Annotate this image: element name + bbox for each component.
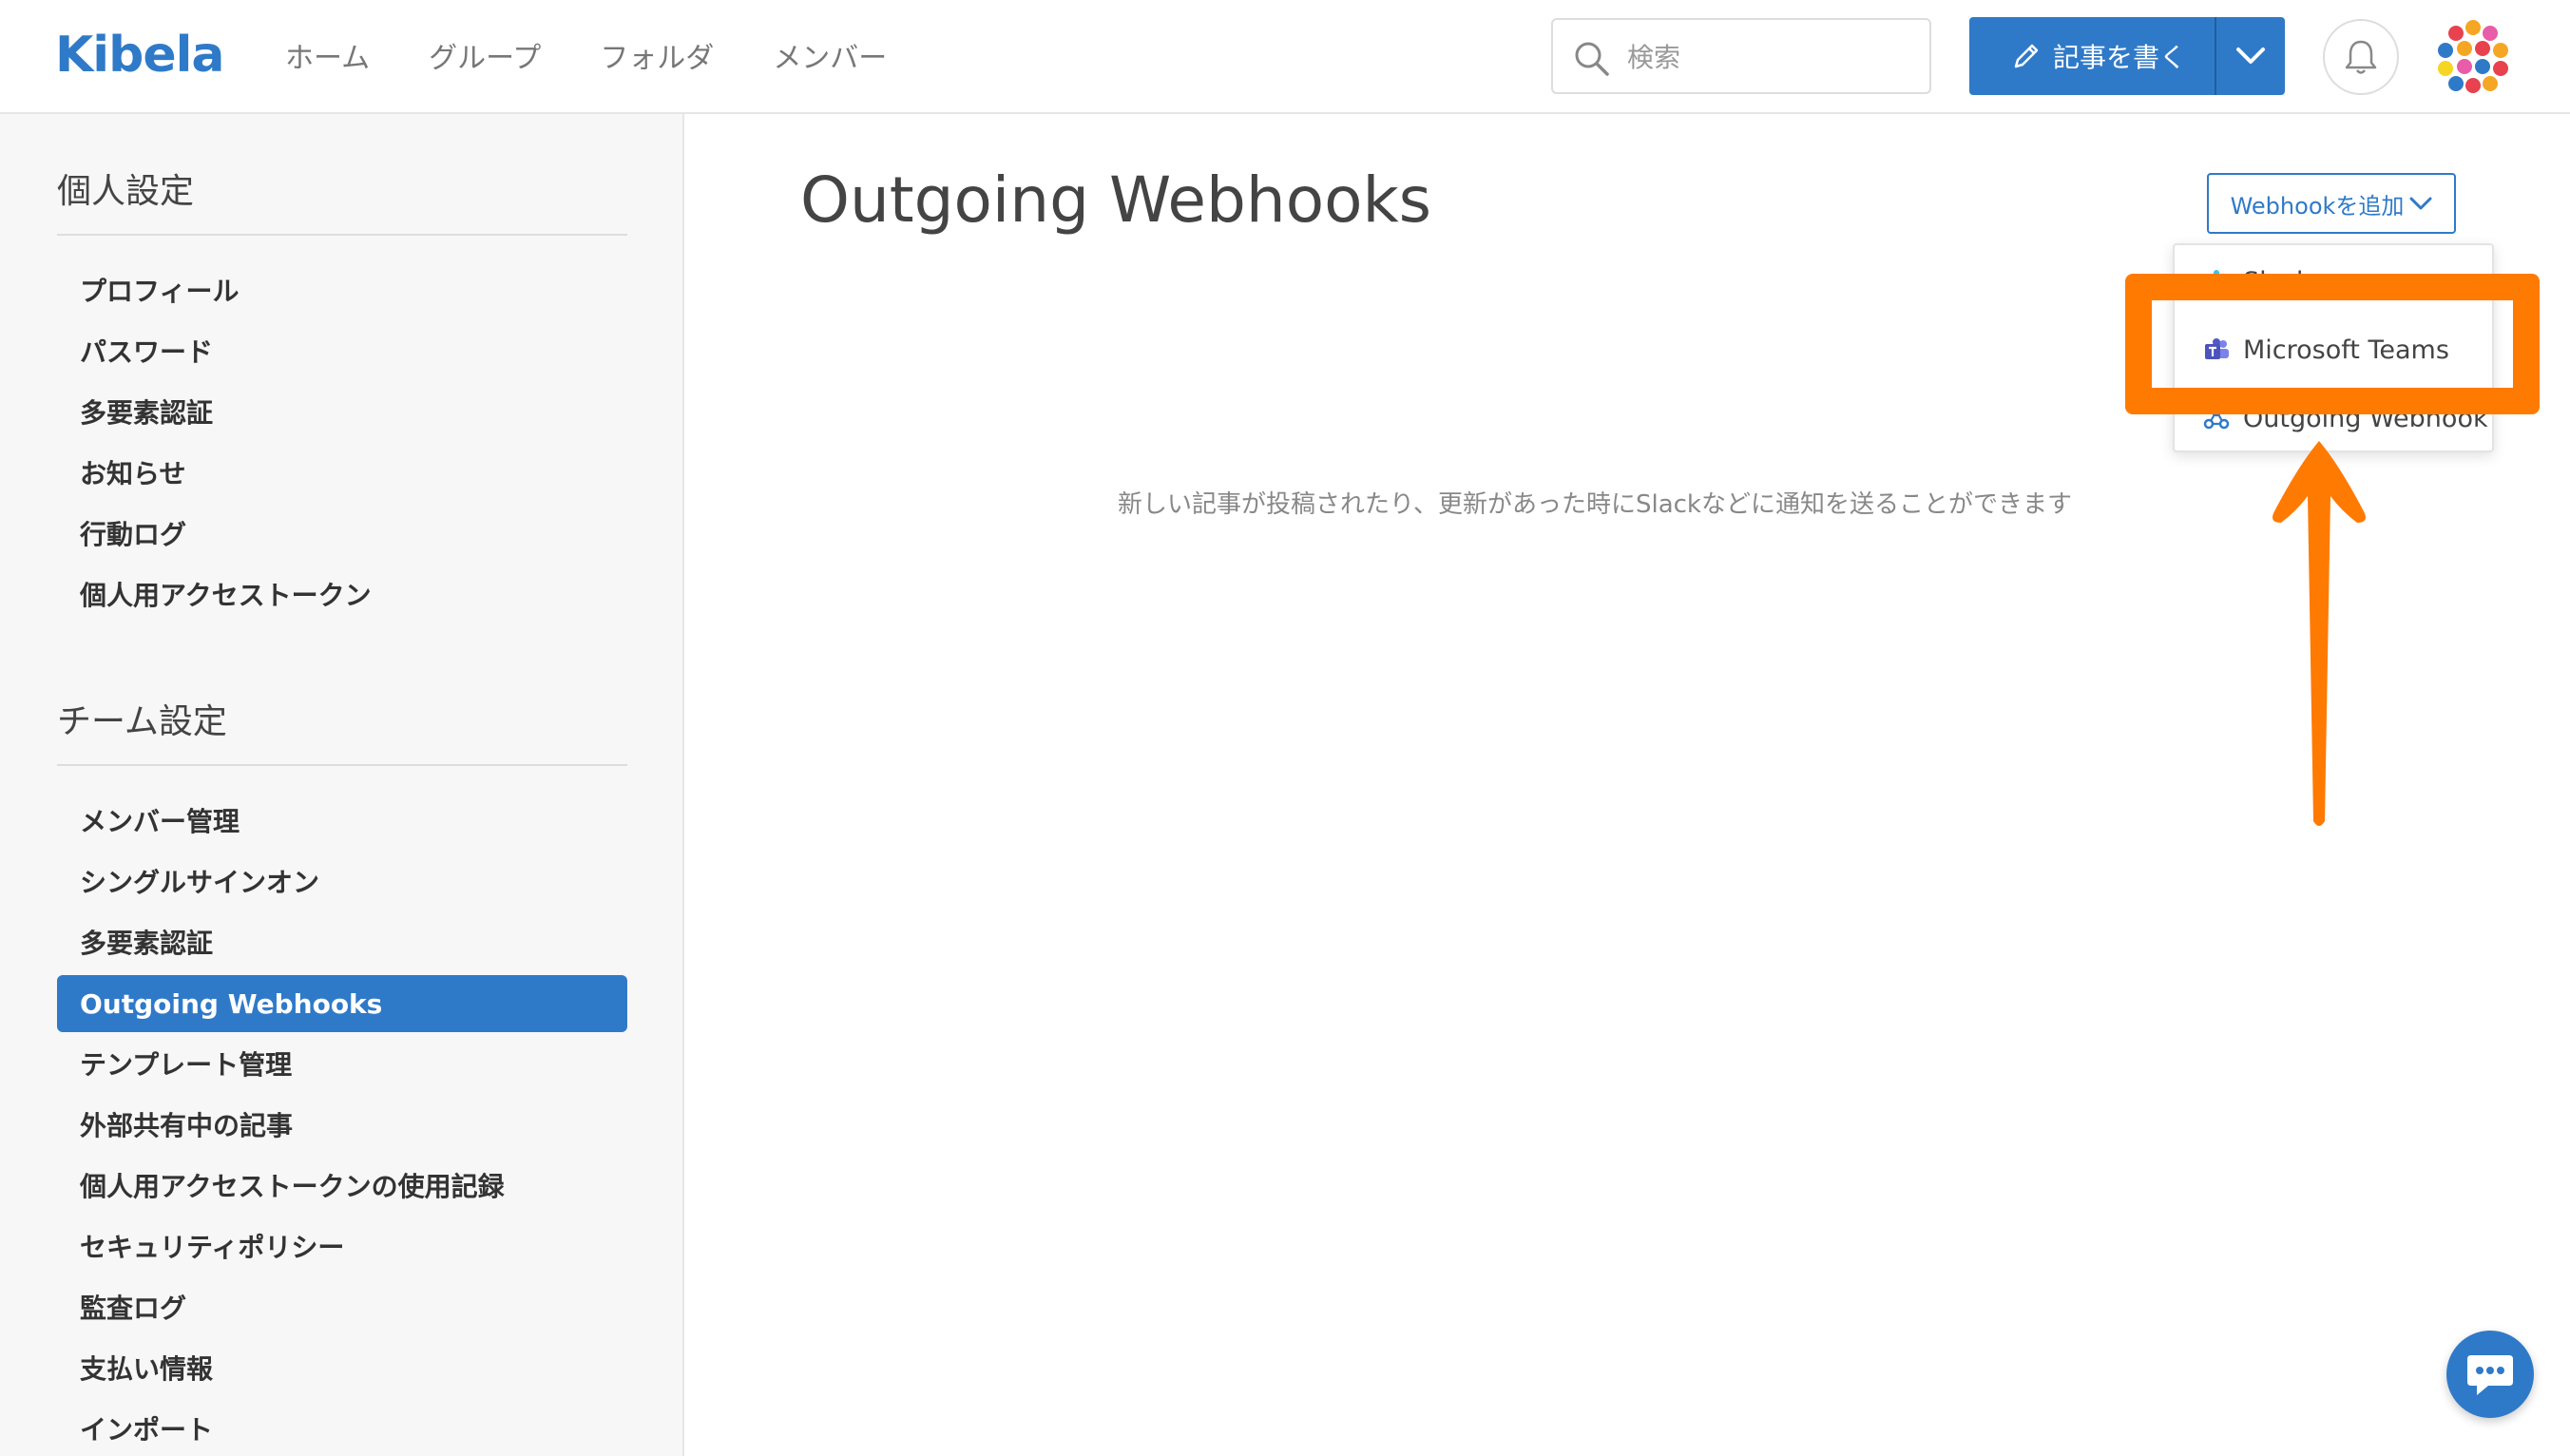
webhooks-description: 新しい記事が投稿されたり、更新があった時にSlackなどに通知を送ることができま… xyxy=(1118,490,2072,519)
sidebar-item-templates[interactable]: テンプレート管理 xyxy=(57,1035,627,1092)
write-article-button[interactable]: 記事を書く xyxy=(1969,17,2215,95)
page-title: Outgoing Webhooks xyxy=(800,163,1432,237)
write-article-button-group: 記事を書く xyxy=(1969,17,2285,95)
sidebar-item-import[interactable]: インポート xyxy=(57,1400,627,1456)
sidebar-item-notifications[interactable]: お知らせ xyxy=(57,444,627,501)
nav-home[interactable]: ホーム xyxy=(285,34,370,76)
add-webhook-button[interactable]: Webhookを追加 xyxy=(2207,173,2456,234)
sidebar-item-token-usage[interactable]: 個人用アクセストークンの使用記録 xyxy=(57,1157,627,1214)
sidebar-item-password[interactable]: パスワード xyxy=(57,322,627,379)
add-webhook-label: Webhookを追加 xyxy=(2230,192,2405,220)
search-box xyxy=(1551,18,1931,94)
avatar-dots-icon xyxy=(2433,17,2513,97)
sidebar-item-personal-token[interactable]: 個人用アクセストークン xyxy=(57,565,627,623)
annotation-arrow-icon xyxy=(2273,441,2366,826)
sidebar-item-audit-log[interactable]: 監査ログ xyxy=(57,1278,627,1335)
search-icon xyxy=(1575,42,1609,76)
chevron-down-icon xyxy=(2236,48,2265,64)
notifications-button[interactable] xyxy=(2323,19,2399,95)
nav-folders[interactable]: フォルダ xyxy=(600,34,714,76)
annotation-highlight-box xyxy=(2125,274,2540,414)
user-avatar[interactable] xyxy=(2433,17,2513,97)
sidebar-item-activity-log[interactable]: 行動ログ xyxy=(57,505,627,562)
team-settings-title: チーム設定 xyxy=(57,702,227,741)
bell-icon xyxy=(2345,40,2377,74)
section-divider xyxy=(57,234,627,236)
search-input[interactable] xyxy=(1627,33,1912,81)
sidebar-item-shared-articles[interactable]: 外部共有中の記事 xyxy=(57,1096,627,1153)
settings-sidebar: 個人設定 プロフィール パスワード 多要素認証 お知らせ 行動ログ 個人用アクセ… xyxy=(0,114,684,1456)
write-article-label: 記事を書く xyxy=(2053,42,2187,73)
personal-settings-title: 個人設定 xyxy=(57,172,195,211)
sidebar-item-billing[interactable]: 支払い情報 xyxy=(57,1339,627,1396)
sidebar-item-outgoing-webhooks[interactable]: Outgoing Webhooks xyxy=(57,975,627,1032)
sidebar-item-team-mfa[interactable]: 多要素認証 xyxy=(57,913,627,970)
sidebar-item-sso[interactable]: シングルサインオン xyxy=(57,853,627,910)
sidebar-item-personal-mfa[interactable]: 多要素認証 xyxy=(57,383,627,440)
kibela-logo[interactable]: Kibela xyxy=(55,27,225,84)
sidebar-item-member-management[interactable]: メンバー管理 xyxy=(57,792,627,849)
pencil-icon xyxy=(2014,44,2039,68)
main-nav: ホーム グループ フォルダ メンバー xyxy=(285,34,946,76)
sidebar-item-profile[interactable]: プロフィール xyxy=(57,261,627,318)
section-divider xyxy=(57,764,627,766)
top-header: Kibela ホーム グループ フォルダ メンバー 記事を書く xyxy=(0,0,2570,114)
support-chat-button[interactable] xyxy=(2446,1331,2534,1418)
write-options-button[interactable] xyxy=(2216,17,2285,95)
chevron-down-icon xyxy=(2409,197,2432,210)
nav-members[interactable]: メンバー xyxy=(773,34,887,76)
chat-bubble-icon xyxy=(2467,1355,2513,1395)
sidebar-item-security-policy[interactable]: セキュリティポリシー xyxy=(57,1217,627,1274)
nav-groups[interactable]: グループ xyxy=(429,34,541,76)
